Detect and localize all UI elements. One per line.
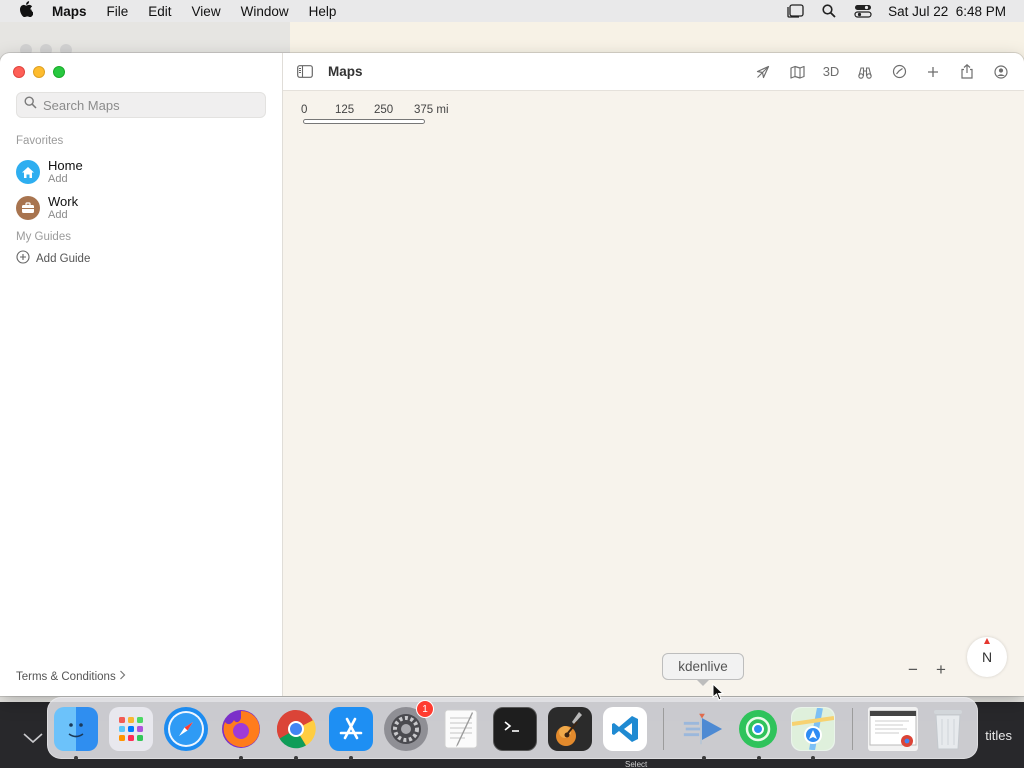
apple-icon[interactable] <box>0 1 52 21</box>
chevron-down-icon[interactable] <box>22 728 44 749</box>
zoom-in-button[interactable]: + <box>929 658 953 682</box>
compass-button[interactable]: N <box>967 637 1007 677</box>
app-store-running-dot <box>349 756 353 760</box>
3d-button[interactable]: 3D <box>814 60 848 84</box>
settings-badge: 1 <box>416 700 434 718</box>
system-settings-icon[interactable]: 1 <box>384 700 434 751</box>
find-my-icon[interactable] <box>736 707 780 751</box>
map-icon[interactable] <box>780 60 814 84</box>
launchpad-icon[interactable] <box>109 707 153 751</box>
favorite-work-sub: Add <box>48 209 68 221</box>
terms-link[interactable]: Terms & Conditions <box>16 670 126 683</box>
background-subtitles-label: titles <box>985 728 1012 743</box>
find-my-running-dot <box>757 756 761 760</box>
search-input[interactable] <box>43 97 253 113</box>
close-button[interactable] <box>13 66 25 78</box>
textedit-icon[interactable] <box>439 707 483 751</box>
background-select-label: Select <box>625 760 648 768</box>
compass-needle-icon <box>984 638 990 644</box>
trash-icon[interactable] <box>926 707 970 751</box>
favorite-work[interactable]: Work Add <box>16 192 266 224</box>
menu-file[interactable]: File <box>97 4 139 19</box>
map-canvas[interactable]: 0 125 250 375 mi − + N <box>283 91 1024 696</box>
favorite-home-sub: Add <box>48 173 68 185</box>
dock: 1 <box>47 697 978 760</box>
toolbar-title: Maps <box>328 64 363 79</box>
firefox-running-dot <box>239 756 243 760</box>
mouse-cursor-icon <box>712 682 725 706</box>
minimize-button[interactable] <box>33 66 45 78</box>
favorite-work-name: Work <box>48 194 79 209</box>
compass-label: N <box>981 649 993 665</box>
briefcase-icon <box>16 196 40 220</box>
maps-running-dot <box>811 756 815 760</box>
scale-label-0: 0 <box>301 104 308 116</box>
scale-label-125: 125 <box>335 104 355 116</box>
chevron-right-icon <box>119 670 126 683</box>
my-guides-title: My Guides <box>16 231 71 243</box>
house-icon <box>16 160 40 184</box>
spotlight-search-icon[interactable] <box>820 4 838 18</box>
scale-label-375: 375 mi <box>414 104 449 116</box>
terminal-icon[interactable] <box>493 707 537 751</box>
menu-app-name[interactable]: Maps <box>52 4 97 19</box>
zoom-out-button[interactable]: − <box>901 658 925 682</box>
terms-label: Terms & Conditions <box>16 670 116 683</box>
toolbar: Maps 3D <box>283 53 1024 91</box>
maps-window: Favorites Home Add Work Add My Guides <box>0 53 1024 696</box>
kdenlive-running-dot <box>702 756 706 760</box>
favorite-home[interactable]: Home Add <box>16 156 266 188</box>
sidebar: Favorites Home Add Work Add My Guides <box>0 53 283 696</box>
add-guide-label: Add Guide <box>36 252 91 265</box>
account-icon[interactable] <box>984 60 1018 84</box>
chrome-running-dot <box>294 756 298 760</box>
look-around-icon[interactable] <box>882 60 916 84</box>
dock-tooltip: kdenlive <box>662 653 744 686</box>
scale-label-250: 250 <box>374 104 394 116</box>
finder-icon[interactable] <box>54 707 98 751</box>
dock-separator <box>663 708 664 750</box>
binoculars-icon[interactable] <box>848 60 882 84</box>
menu-edit[interactable]: Edit <box>138 4 181 19</box>
favorite-home-name: Home <box>48 158 83 173</box>
dock-separator-2 <box>852 708 853 750</box>
sidebar-toggle-icon[interactable] <box>297 64 315 79</box>
safari-icon[interactable] <box>164 707 208 751</box>
menu-help[interactable]: Help <box>299 4 347 19</box>
search-icon <box>24 96 37 114</box>
firefox-icon[interactable] <box>219 707 263 751</box>
scale-bar <box>303 119 425 124</box>
control-center-icon[interactable] <box>854 4 872 18</box>
menu-bar: Maps File Edit View Window Help Sat Jul … <box>0 0 1024 22</box>
plus-circle-icon <box>16 250 30 267</box>
share-icon[interactable] <box>950 60 984 84</box>
favorites-title: Favorites <box>16 135 64 147</box>
add-guide-button[interactable]: Add Guide <box>16 250 90 267</box>
garageband-icon[interactable] <box>548 707 592 751</box>
kdenlive-icon[interactable] <box>680 707 724 751</box>
vscode-icon[interactable] <box>603 707 647 751</box>
maximize-button[interactable] <box>53 66 65 78</box>
menu-window[interactable]: Window <box>231 4 299 19</box>
search-field[interactable] <box>16 92 266 118</box>
plus-icon[interactable] <box>916 60 950 84</box>
menu-bar-clock[interactable]: Sat Jul 22 6:48 PM <box>888 4 1006 19</box>
finder-running-dot <box>74 756 78 760</box>
zoom-controls: − + <box>901 658 953 682</box>
maps-icon[interactable] <box>791 707 835 751</box>
stage-manager-icon[interactable] <box>786 4 804 18</box>
chrome-window-preview-icon[interactable] <box>868 707 918 751</box>
menu-view[interactable]: View <box>182 4 231 19</box>
chrome-icon[interactable] <box>274 707 318 751</box>
app-store-icon[interactable] <box>329 707 373 751</box>
location-arrow-icon[interactable] <box>746 60 780 84</box>
